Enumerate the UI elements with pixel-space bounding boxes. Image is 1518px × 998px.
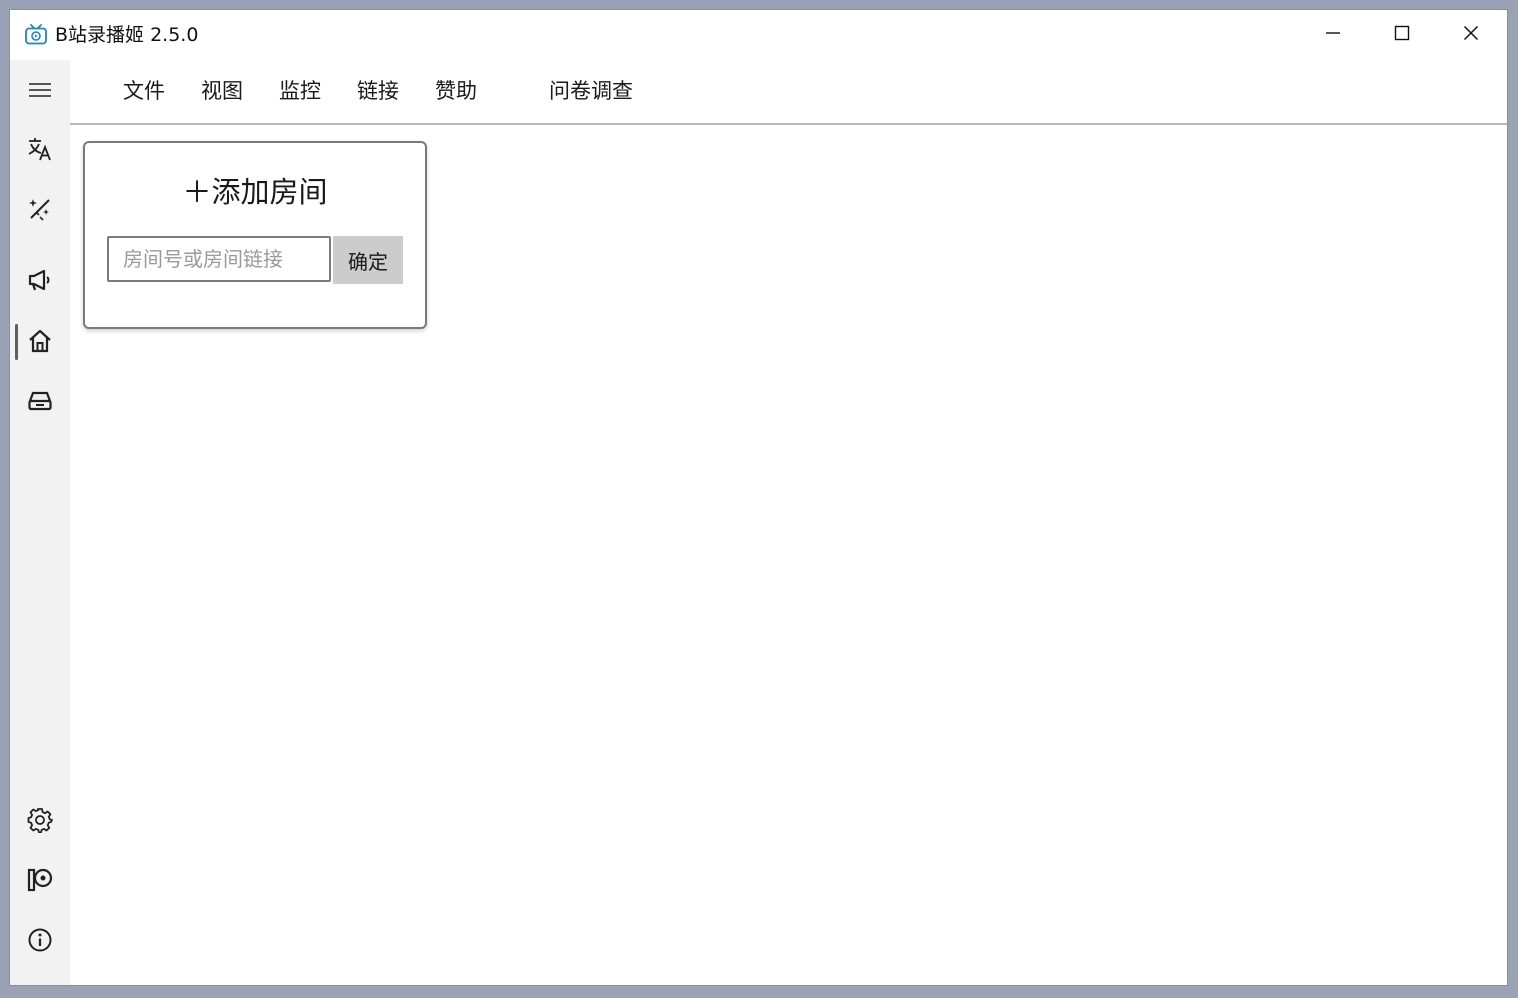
nav-toolbox-button[interactable] [14,381,66,425]
menu-view[interactable]: 视图 [201,76,243,106]
nav-about-button[interactable] [14,920,66,964]
magic-wand-icon [27,196,53,226]
nav-settings-button[interactable] [14,800,66,844]
maximize-button[interactable] [1368,10,1436,60]
menu-sponsor[interactable]: 赞助 [435,76,477,106]
confirm-button[interactable]: 确定 [333,236,403,284]
room-list-area: ＋添加房间 确定 [70,125,1507,985]
menu-links[interactable]: 链接 [357,76,399,106]
add-room-title: ＋添加房间 [182,175,328,209]
megaphone-icon [27,267,53,297]
menu-file[interactable]: 文件 [123,76,165,106]
nav-home-button[interactable] [14,321,66,365]
title-bar[interactable]: B站录播姬 2.5.0 [10,10,1507,60]
main-window: B站录播姬 2.5.0 文件 视图 监控 链接 赞助 问卷调查 ＋添加房间 房间… [9,9,1508,986]
close-icon [1463,25,1479,45]
nav-theme-button[interactable] [14,189,66,233]
navigation-rail [10,60,70,985]
menu-survey[interactable]: 问卷调查 [549,76,633,106]
translate-icon [27,136,53,166]
gear-icon [27,807,53,837]
window-title: B站录播姬 2.5.0 [55,24,199,46]
minimize-button[interactable] [1299,10,1367,60]
nav-language-button[interactable] [14,129,66,173]
hamburger-menu-icon [27,77,53,107]
minimize-icon [1325,25,1341,45]
nav-menu-button[interactable] [14,70,66,114]
home-icon [27,328,53,358]
maximize-icon [1394,25,1410,45]
nav-announcement-button[interactable] [14,260,66,304]
app-tv-icon [24,24,48,46]
menu-bar: 文件 视图 监控 链接 赞助 问卷调查 [70,60,1507,125]
add-room-card: ＋添加房间 确定 [83,141,427,329]
room-id-input[interactable] [107,236,331,282]
toolbox-icon [27,388,53,418]
patreon-icon [27,867,53,897]
info-icon [27,927,53,957]
close-button[interactable] [1437,10,1505,60]
nav-sponsor-button[interactable] [14,860,66,904]
menu-monitor[interactable]: 监控 [279,76,321,106]
